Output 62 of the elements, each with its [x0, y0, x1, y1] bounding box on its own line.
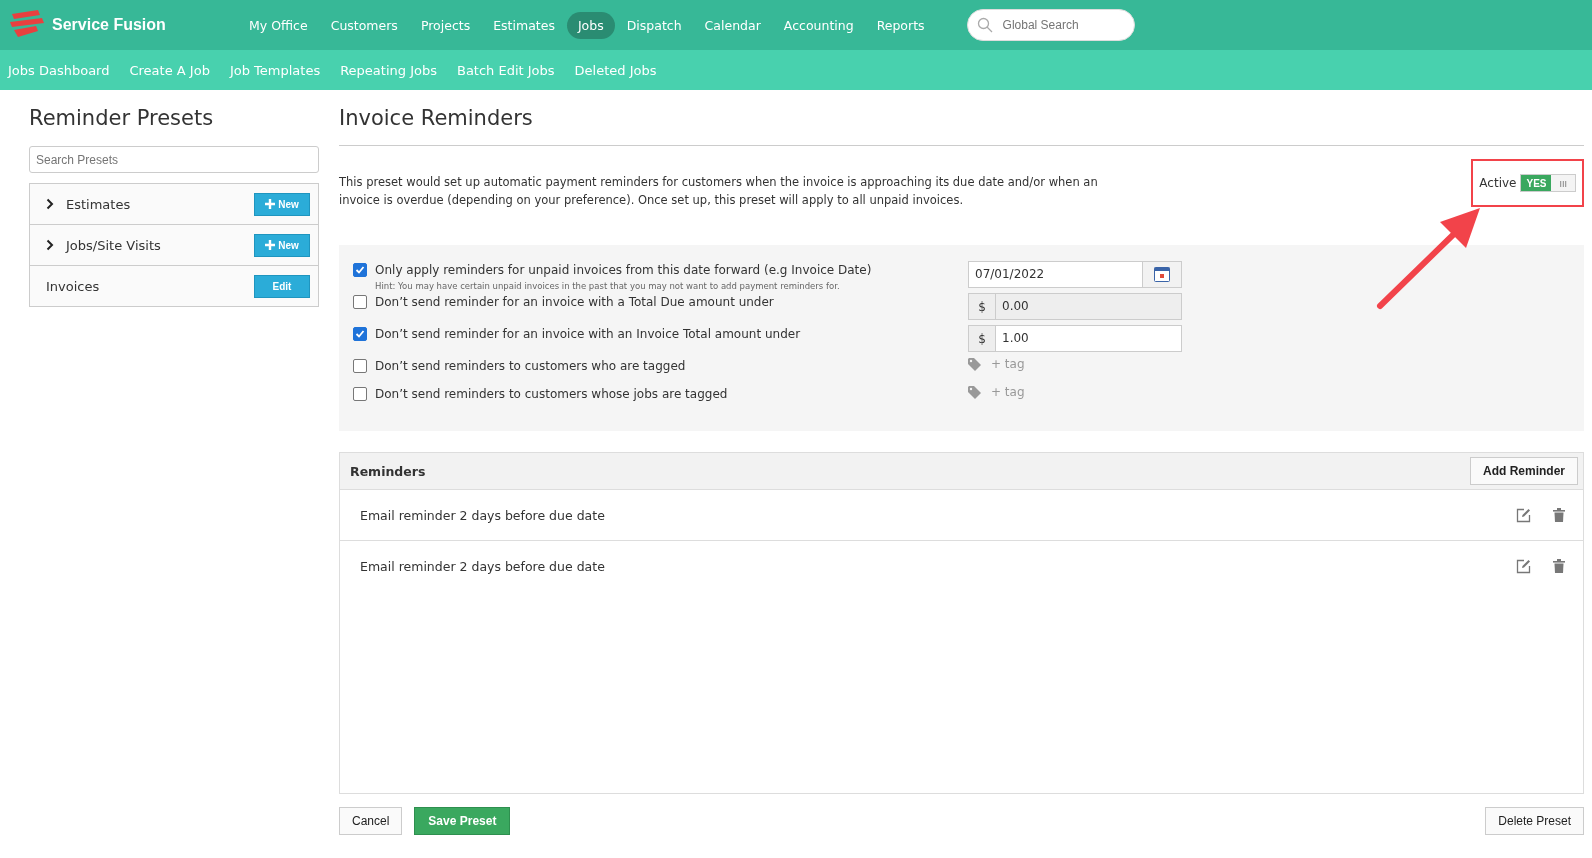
- add-reminder-button[interactable]: Add Reminder: [1470, 457, 1578, 485]
- trash-icon[interactable]: [1553, 508, 1565, 522]
- subnav-link[interactable]: Jobs Dashboard: [8, 62, 110, 78]
- option-label: Don’t send reminders to customers whose jobs are tagged: [375, 387, 728, 401]
- reminder-text: Email reminder 2 days before due date: [360, 558, 606, 574]
- checkbox[interactable]: [353, 263, 367, 277]
- preset-category[interactable]: Invoices: [46, 278, 254, 294]
- nav-tab[interactable]: My Office: [238, 11, 319, 39]
- edit-icon[interactable]: [1516, 558, 1531, 574]
- subnav-link[interactable]: Job Templates: [229, 62, 321, 78]
- description-text: This preset would set up automatic payment reminders for customers when the invoice is approaching its due date and/or when an invoice is overdue (depending on your preference). Once set up, this preset will apply to all unpaid invoices.: [339, 174, 1099, 209]
- active-label: Active: [1479, 176, 1517, 190]
- subnav-link[interactable]: Batch Edit Jobs: [456, 62, 555, 78]
- nav-tab[interactable]: Customers: [319, 11, 409, 39]
- plus-icon: [265, 240, 276, 250]
- delete-preset-button[interactable]: Delete Preset: [1485, 807, 1584, 835]
- subnav-link[interactable]: Deleted Jobs: [574, 62, 657, 78]
- add-tag-link[interactable]: + tag: [991, 385, 1025, 399]
- brand-name: Service Fusion: [52, 16, 166, 34]
- reminder-text: Email reminder 2 days before due date: [360, 507, 606, 523]
- add-tag-link[interactable]: + tag: [991, 357, 1025, 371]
- option-label: Don’t send reminders to customers who are tagged: [375, 359, 686, 373]
- option-label: Only apply reminders for unpaid invoices from this date forward (e.g Invoice Date): [375, 263, 872, 277]
- option-label: Don’t send reminder for an invoice with a Total Due amount under: [375, 295, 774, 309]
- page-title: Invoice Reminders: [339, 106, 1584, 146]
- amount-field[interactable]: $ 1.00: [968, 325, 1182, 352]
- new-button[interactable]: New: [254, 233, 310, 257]
- cancel-button[interactable]: Cancel: [339, 807, 403, 835]
- save-preset-button[interactable]: Save Preset: [414, 807, 511, 835]
- search-presets-field[interactable]: Search Presets: [29, 146, 319, 173]
- edit-icon[interactable]: [1516, 507, 1531, 523]
- plus-icon: [265, 199, 276, 209]
- nav-tab[interactable]: Estimates: [482, 11, 566, 39]
- sidebar-title: Reminder Presets: [29, 106, 215, 130]
- nav-tab[interactable]: Reports: [865, 11, 936, 39]
- new-button[interactable]: New: [254, 192, 310, 216]
- active-toggle[interactable]: YES III: [1520, 174, 1576, 192]
- search-icon: [976, 17, 993, 33]
- reminders-heading: Reminders: [350, 463, 426, 479]
- nav-tab[interactable]: Accounting: [772, 11, 865, 39]
- checkbox[interactable]: [353, 387, 367, 401]
- date-field[interactable]: 07/01/2022: [968, 261, 1182, 288]
- preset-category[interactable]: Jobs/Site Visits: [66, 237, 254, 253]
- checkbox[interactable]: [353, 359, 367, 373]
- trash-icon[interactable]: [1553, 559, 1565, 573]
- option-label: Don’t send reminder for an invoice with an Invoice Total amount under: [375, 327, 801, 341]
- calendar-icon: [1154, 267, 1170, 282]
- nav-tab[interactable]: Calendar: [693, 11, 772, 39]
- tag-icon: [968, 357, 981, 371]
- subnav-link[interactable]: Repeating Jobs: [340, 62, 437, 78]
- edit-button[interactable]: Edit: [254, 274, 310, 298]
- subnav-link[interactable]: Create A Job: [129, 62, 210, 78]
- chevron-right-icon[interactable]: [46, 239, 54, 251]
- hint-text: Hint: You may have certain unpaid invoices in the past that you may not want to add payment reminders for.: [375, 281, 841, 291]
- chevron-right-icon[interactable]: [46, 198, 54, 210]
- global-search-field[interactable]: Global Search: [966, 9, 1135, 41]
- nav-tab[interactable]: Projects: [409, 11, 482, 39]
- checkbox[interactable]: [353, 327, 367, 341]
- preset-category[interactable]: Estimates: [66, 196, 254, 212]
- nav-tab[interactable]: Jobs: [566, 11, 615, 39]
- tag-icon: [968, 385, 981, 399]
- nav-tab[interactable]: Dispatch: [615, 11, 693, 39]
